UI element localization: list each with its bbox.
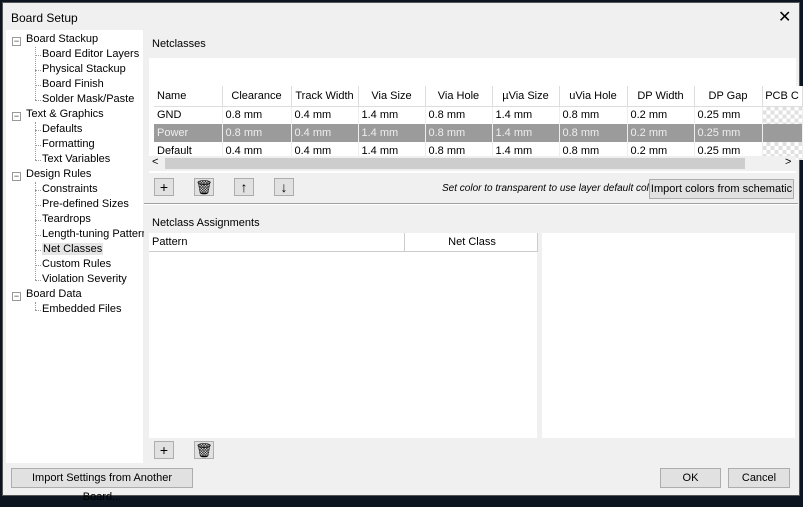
column-header-net-class[interactable]: Net Class (404, 233, 538, 252)
tree-item[interactable]: Design Rules (26, 168, 91, 180)
tree-item[interactable]: Physical Stackup (42, 63, 126, 75)
tree-item[interactable]: Board Editor Layers (42, 48, 139, 60)
table-row[interactable]: GND 0.8 mm 0.4 mm 1.4 mm 0.8 mm 1.4 mm 0.8 mm 0… (154, 106, 803, 124)
section-divider (144, 203, 798, 205)
horizontal-scrollbar[interactable]: < > (149, 156, 796, 171)
table-cell[interactable]: 0.4 mm (291, 106, 359, 124)
column-header[interactable]: Via Size (358, 86, 426, 107)
pcb-color-swatch[interactable] (762, 124, 803, 142)
netclasses-heading: Netclasses (152, 38, 206, 50)
delete-netclass-button[interactable]: 🗑 (194, 178, 214, 196)
tree-item[interactable]: Text Variables (42, 153, 110, 165)
add-netclass-button[interactable]: + (154, 178, 174, 196)
table-cell[interactable]: 1.4 mm (358, 106, 426, 124)
table-cell[interactable]: 0.2 mm (627, 106, 695, 124)
import-settings-button[interactable]: Import Settings from Another Board... (11, 468, 193, 503)
pcb-color-swatch[interactable] (762, 106, 803, 124)
tree-item[interactable]: Text & Graphics (26, 108, 104, 120)
board-setup-dialog: Board Setup ✕ − Board Stackup Board Editor… (2, 2, 803, 503)
tree-item[interactable]: Net Classes (42, 243, 104, 255)
tree-item[interactable]: Pre-defined Sizes (42, 198, 129, 210)
settings-tree: − Board Stackup Board Editor Layers Physica… (6, 30, 153, 463)
trash-icon: 🗑 (195, 442, 213, 458)
move-down-button[interactable]: ↓ (274, 178, 294, 196)
collapse-icon[interactable]: − (12, 112, 21, 121)
column-header[interactable]: Via Hole (425, 86, 493, 107)
tree-item[interactable]: Board Finish (42, 78, 104, 90)
column-header[interactable]: PCB C (762, 86, 803, 107)
table-cell[interactable]: 0.8 mm (425, 106, 493, 124)
color-hint: Set color to transparent to use layer de… (442, 183, 661, 194)
tree-item[interactable]: Constraints (42, 183, 98, 195)
table-cell[interactable]: 0.2 mm (627, 124, 695, 142)
column-header[interactable]: Track Width (291, 86, 359, 107)
netclasses-grid: Name Clearance Track Width Via Size Via Hole… (149, 58, 803, 173)
column-header[interactable]: DP Gap (694, 86, 763, 107)
table-cell[interactable]: 0.8 mm (222, 124, 292, 142)
column-header[interactable]: uVia Hole (559, 86, 628, 107)
table-cell[interactable]: 1.4 mm (358, 124, 426, 142)
scroll-right-icon[interactable]: > (785, 156, 791, 168)
tree-connector (35, 160, 41, 161)
table-cell[interactable]: 0.8 mm (559, 124, 628, 142)
column-header[interactable]: DP Width (627, 86, 695, 107)
assignments-heading: Netclass Assignments (152, 217, 260, 229)
collapse-icon[interactable]: − (12, 172, 21, 181)
tree-connector (35, 280, 41, 281)
tree-item[interactable]: Solder Mask/Paste (42, 93, 134, 105)
table-cell[interactable]: 1.4 mm (492, 124, 560, 142)
net-classes-panel: Netclasses Name Clearance Track Width Via S… (144, 30, 803, 463)
dialog-title: Board Setup (11, 11, 78, 25)
arrow-down-icon: ↓ (280, 179, 288, 195)
scrollbar-thumb[interactable] (165, 158, 745, 169)
tree-item[interactable]: Length-tuning Patterns (42, 228, 153, 240)
tree-connector (35, 182, 36, 280)
tree-connector (35, 47, 36, 100)
table-row[interactable]: Power 0.8 mm 0.4 mm 1.4 mm 0.8 mm 1.4 mm 0.8 m… (154, 124, 803, 142)
tree-connector (35, 100, 41, 101)
table-cell[interactable]: 0.8 mm (222, 106, 292, 124)
table-cell[interactable]: 0.8 mm (425, 124, 493, 142)
close-icon[interactable]: ✕ (778, 7, 791, 27)
import-colors-button[interactable]: Import colors from schematic (649, 179, 794, 199)
delete-assignment-button[interactable]: 🗑 (194, 441, 214, 459)
column-header-pattern[interactable]: Pattern (149, 233, 405, 252)
tree-connector (35, 302, 36, 310)
table-cell[interactable]: 0.4 mm (291, 124, 359, 142)
table-cell[interactable]: 0.25 mm (694, 124, 763, 142)
column-header[interactable]: µVia Size (492, 86, 560, 107)
collapse-icon[interactable]: − (12, 37, 21, 46)
table-cell[interactable]: GND (154, 106, 223, 124)
tree-item[interactable]: Teardrops (42, 213, 91, 225)
tree-item[interactable]: Board Data (26, 288, 82, 300)
column-header[interactable]: Clearance (222, 86, 292, 107)
table-cell[interactable]: Power (154, 124, 223, 142)
tree-connector (35, 122, 36, 160)
arrow-up-icon: ↑ (240, 179, 248, 195)
table-cell[interactable]: 1.4 mm (492, 106, 560, 124)
add-assignment-button[interactable]: + (154, 441, 174, 459)
tree-item[interactable]: Board Stackup (26, 33, 98, 45)
tree-item[interactable]: Violation Severity (42, 273, 127, 285)
tree-item[interactable]: Embedded Files (42, 303, 122, 315)
scroll-left-icon[interactable]: < (152, 156, 158, 168)
move-up-button[interactable]: ↑ (234, 178, 254, 196)
cancel-button[interactable]: Cancel (728, 468, 790, 488)
assignments-grid: Pattern Net Class (149, 233, 538, 438)
collapse-icon[interactable]: − (12, 292, 21, 301)
matched-nets-panel (542, 233, 795, 438)
table-cell[interactable]: 0.25 mm (694, 106, 763, 124)
tree-item[interactable]: Formatting (42, 138, 95, 150)
table-cell[interactable]: 0.8 mm (559, 106, 628, 124)
tree-item[interactable]: Custom Rules (42, 258, 111, 270)
column-header[interactable]: Name (154, 86, 223, 107)
tree-connector (35, 310, 41, 311)
tree-item[interactable]: Defaults (42, 123, 82, 135)
trash-icon: 🗑 (195, 179, 213, 195)
ok-button[interactable]: OK (660, 468, 721, 488)
